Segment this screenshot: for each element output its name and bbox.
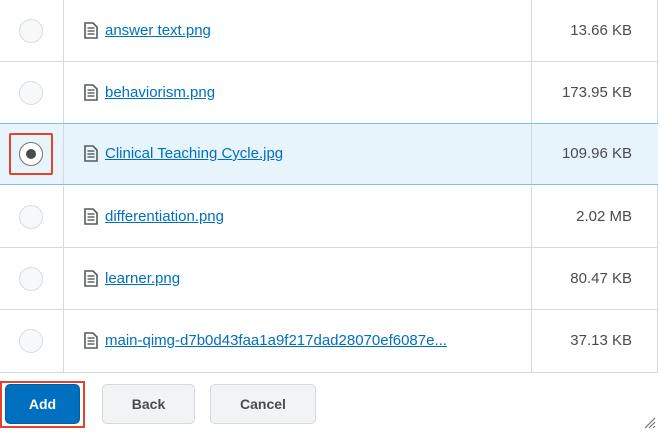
file-icon [84, 269, 98, 287]
select-cell [0, 310, 64, 372]
add-button[interactable]: Add [5, 384, 80, 424]
file-radio-button[interactable] [19, 80, 43, 105]
file-name-cell: answer text.png [64, 0, 532, 61]
file-radio-button-checked[interactable] [19, 142, 43, 166]
file-row[interactable]: behaviorism.png 173.95 KB [0, 62, 658, 124]
file-row[interactable]: differentiation.png 2.02 MB [0, 186, 658, 248]
select-cell [0, 0, 64, 61]
file-size-cell: 80.47 KB [532, 248, 658, 309]
file-size-cell: 173.95 KB [532, 62, 658, 123]
cancel-button[interactable]: Cancel [210, 384, 316, 424]
file-size: 2.02 MB [576, 207, 632, 225]
back-button[interactable]: Back [102, 384, 195, 424]
select-cell [0, 62, 64, 123]
file-size: 109.96 KB [561, 145, 632, 162]
file-radio-button[interactable] [19, 204, 43, 229]
file-size-cell: 37.13 KB [532, 310, 658, 372]
file-radio-button[interactable] [19, 18, 43, 43]
dialog-footer: Add Back Cancel [0, 373, 660, 435]
file-icon [84, 21, 98, 39]
file-size-cell: 13.66 KB [532, 0, 658, 61]
file-icon [84, 145, 98, 162]
file-name-cell: differentiation.png [64, 186, 532, 247]
file-name-cell: main-qimg-d7b0d43faa1a9f217dad28070ef608… [64, 310, 532, 372]
file-icon [84, 332, 98, 349]
file-name-link[interactable]: differentiation.png [105, 206, 224, 228]
file-size: 173.95 KB [561, 83, 632, 101]
file-icon [84, 207, 98, 225]
file-size: 80.47 KB [570, 269, 632, 287]
resize-grip-icon[interactable] [642, 415, 656, 429]
file-list-table: answer text.png 13.66 KB behaviorism.png… [0, 0, 658, 373]
file-name-link[interactable]: learner.png [105, 268, 180, 290]
select-cell [0, 186, 64, 247]
file-row[interactable]: main-qimg-d7b0d43faa1a9f217dad28070ef608… [0, 310, 658, 373]
file-name-link[interactable]: main-qimg-d7b0d43faa1a9f217dad28070ef608… [105, 330, 447, 352]
file-radio-button[interactable] [19, 266, 43, 291]
select-cell [0, 124, 64, 184]
file-size: 37.13 KB [570, 332, 632, 349]
file-radio-button[interactable] [19, 329, 43, 353]
file-icon [84, 83, 98, 101]
file-name-link[interactable]: answer text.png [105, 20, 211, 42]
file-name-link[interactable]: Clinical Teaching Cycle.jpg [105, 143, 283, 165]
file-size-cell: 2.02 MB [532, 186, 658, 247]
select-cell [0, 248, 64, 309]
file-row-selected[interactable]: Clinical Teaching Cycle.jpg 109.96 KB [0, 123, 658, 185]
file-row[interactable]: answer text.png 13.66 KB [0, 0, 658, 62]
file-name-cell: behaviorism.png [64, 62, 532, 123]
file-name-cell: learner.png [64, 248, 532, 309]
file-size: 13.66 KB [570, 21, 632, 39]
file-name-link[interactable]: behaviorism.png [105, 82, 215, 104]
file-size-cell: 109.96 KB [532, 124, 658, 184]
file-name-cell: Clinical Teaching Cycle.jpg [64, 124, 532, 184]
file-row[interactable]: learner.png 80.47 KB [0, 248, 658, 310]
